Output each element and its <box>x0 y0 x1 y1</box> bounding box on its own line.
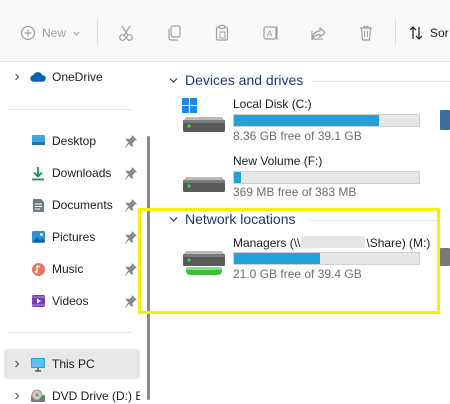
drive-usage-bar <box>233 114 420 127</box>
rename-button[interactable]: A <box>262 20 280 46</box>
drive-icon <box>183 177 225 192</box>
drive-usage-bar <box>233 171 420 184</box>
chevron-down-icon[interactable] <box>168 214 179 225</box>
copy-button[interactable] <box>166 20 182 46</box>
pin-icon[interactable] <box>124 230 138 244</box>
network-drive-name: Managers (\\ \Share) (M:) <box>233 236 430 250</box>
chevron-right-icon[interactable] <box>12 391 22 401</box>
drive-free-space: 369 MB free of 383 MB <box>233 185 357 199</box>
sort-icon <box>409 26 423 40</box>
drive-usage-fill <box>234 172 241 183</box>
nav-item-music[interactable]: Music <box>4 254 140 284</box>
drive-name: New Volume (F:) <box>233 154 323 168</box>
nav-item-label: Pictures <box>52 230 96 244</box>
windows-drive-icon <box>182 98 225 132</box>
paste-button[interactable] <box>214 20 230 46</box>
sort-button[interactable]: Sor <box>408 20 449 46</box>
nav-item-label: Downloads <box>52 166 112 180</box>
download-icon <box>30 165 46 181</box>
rename-icon: A <box>263 26 278 40</box>
add-icon <box>20 25 36 41</box>
chevron-down-icon[interactable] <box>168 75 179 86</box>
nav-item-label: Videos <box>52 294 89 308</box>
nav-item-desktop[interactable]: Desktop <box>4 126 140 156</box>
document-icon <box>30 197 46 213</box>
pin-icon[interactable] <box>124 262 138 276</box>
nav-item-label: Music <box>52 262 84 276</box>
chevron-right-icon[interactable] <box>12 72 22 82</box>
nav-item-this-pc[interactable]: This PC <box>4 349 140 379</box>
video-icon <box>30 293 46 309</box>
pin-icon[interactable] <box>124 294 138 308</box>
chevron-right-icon[interactable] <box>12 359 22 369</box>
section-devices-header[interactable]: Devices and drives <box>168 69 303 91</box>
sort-button-label: Sor <box>430 26 449 40</box>
nav-item-downloads[interactable]: Downloads <box>4 158 140 188</box>
pin-icon[interactable] <box>124 166 138 180</box>
drive-usage-fill <box>234 253 321 264</box>
section-divider <box>312 81 450 82</box>
nav-item-dvd-drive[interactable]: DVD Drive (D:) E <box>4 381 140 404</box>
toolbar-separator <box>97 18 98 46</box>
pin-icon[interactable] <box>124 134 138 148</box>
drive-name: Local Disk (C:) <box>233 97 312 111</box>
section-network-title: Network locations <box>185 211 296 227</box>
drive-tile-f[interactable]: New Volume (F:) 369 MB free of 383 MB <box>180 154 430 202</box>
section-divider <box>310 220 438 221</box>
svg-text:A: A <box>267 30 273 39</box>
picture-icon <box>30 229 46 245</box>
drive-free-space: 21.0 GB free of 39.4 GB <box>233 267 362 281</box>
nav-item-label: Desktop <box>52 134 97 148</box>
cut-button[interactable] <box>118 20 134 46</box>
network-drive-icon <box>183 251 225 275</box>
nav-item-label: This PC <box>52 357 95 371</box>
nav-item-label: Documents <box>52 198 113 212</box>
drive-tile-partial[interactable] <box>440 248 450 266</box>
drive-usage-bar <box>233 252 420 265</box>
nav-item-onedrive[interactable]: OneDrive <box>4 62 140 92</box>
section-network-header[interactable]: Network locations <box>168 208 296 230</box>
nav-item-documents[interactable]: Documents <box>4 190 140 220</box>
pin-icon[interactable] <box>124 198 138 212</box>
navigation-pane: OneDrive Desktop Downloads Documents Pic… <box>0 62 156 404</box>
delete-button[interactable] <box>358 20 374 46</box>
command-bar: New A Sor <box>0 0 450 62</box>
drive-tile-c[interactable]: Local Disk (C:) 8.36 GB free of 39.1 GB <box>180 94 430 143</box>
nav-item-pictures[interactable]: Pictures <box>4 222 140 252</box>
section-devices-title: Devices and drives <box>185 72 304 88</box>
share-button[interactable] <box>310 20 327 46</box>
nav-item-label: OneDrive <box>52 70 103 84</box>
desktop-icon <box>30 133 46 149</box>
nav-divider <box>8 109 132 110</box>
new-button[interactable]: New <box>20 20 81 46</box>
drive-usage-fill <box>234 115 380 126</box>
network-drive-name-suffix: \Share) (M:) <box>366 236 431 250</box>
network-drive-tile-m[interactable]: Managers (\\ \Share) (M:) 21.0 GB free of… <box>180 234 430 284</box>
dvd-icon <box>30 388 46 404</box>
nav-scrollbar[interactable] <box>147 136 150 400</box>
nav-item-videos[interactable]: Videos <box>4 286 140 316</box>
nav-item-label: DVD Drive (D:) E <box>52 389 140 403</box>
cut-icon <box>119 25 133 41</box>
drive-tile-partial[interactable] <box>440 110 450 130</box>
cloud-icon <box>30 69 46 85</box>
share-icon <box>311 26 326 40</box>
delete-icon <box>360 25 372 41</box>
network-drive-name-prefix: Managers (\\ <box>233 236 301 250</box>
copy-icon <box>168 25 181 41</box>
redacted-server-name <box>301 236 366 248</box>
paste-icon <box>215 24 229 41</box>
nav-divider <box>8 332 132 333</box>
new-button-label: New <box>42 26 67 40</box>
music-icon <box>30 261 46 277</box>
drive-free-space: 8.36 GB free of 39.1 GB <box>233 129 362 143</box>
toolbar-separator <box>395 18 396 46</box>
computer-icon <box>30 356 46 372</box>
chevron-down-icon <box>73 31 80 36</box>
